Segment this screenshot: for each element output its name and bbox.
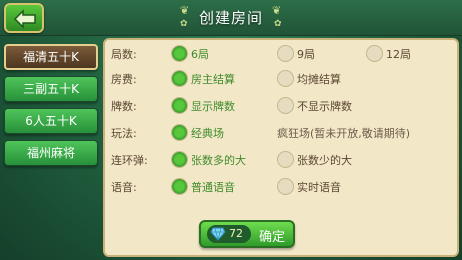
option-label: 房主结算 bbox=[191, 73, 235, 86]
option-label: 显示牌数 bbox=[191, 100, 235, 113]
option-label: 张数少的大 bbox=[297, 154, 352, 167]
top-bar: ❦ ❦ ✿ ✿ 创建房间 bbox=[0, 0, 462, 36]
radio-checked-icon bbox=[171, 70, 188, 87]
page-title: 创建房间 bbox=[198, 9, 263, 27]
confirm-button[interactable]: 72 确定 bbox=[199, 220, 295, 248]
fee-row: 房费: 房主结算 均摊结算 bbox=[111, 69, 457, 89]
cost-badge: 72 bbox=[207, 225, 251, 243]
radio-checked-icon bbox=[171, 178, 188, 195]
bomb-row: 连环弹: 张数多的大 张数少的大 bbox=[111, 150, 457, 170]
voice-label: 语音: bbox=[111, 181, 137, 194]
rounds-row: 局数: 6局 9局 12局 bbox=[111, 44, 457, 64]
radio-checked-icon bbox=[171, 97, 188, 114]
radio-checked-icon bbox=[171, 45, 188, 62]
confirm-label: 确定 bbox=[259, 230, 286, 245]
diamond-icon bbox=[210, 227, 226, 241]
cards-row: 牌数: 显示牌数 不显示牌数 bbox=[111, 96, 457, 116]
option-label: 实时语音 bbox=[297, 181, 341, 194]
crazy-mode-note: 疯狂场(暂未开放,敬请期待) bbox=[277, 127, 411, 140]
radio-unchecked-icon bbox=[277, 97, 294, 114]
sidebar-item-fuqing-50k[interactable]: 福清五十K bbox=[4, 44, 98, 70]
radio-checked-icon bbox=[171, 124, 188, 141]
cost-value: 72 bbox=[229, 227, 243, 240]
mode-row: 玩法: 经典场 疯狂场(暂未开放,敬请期待) bbox=[111, 123, 457, 143]
option-label: 普通语音 bbox=[191, 181, 235, 194]
option-label: 9局 bbox=[297, 48, 315, 61]
radio-unchecked-icon bbox=[277, 70, 294, 87]
sidebar-item-6ren-50k[interactable]: 6人五十K bbox=[4, 108, 98, 134]
mode-label: 玩法: bbox=[111, 127, 137, 140]
fee-label: 房费: bbox=[111, 73, 137, 86]
option-label: 均摊结算 bbox=[297, 73, 341, 86]
option-label: 不显示牌数 bbox=[297, 100, 352, 113]
radio-unchecked-icon bbox=[277, 151, 294, 168]
radio-unchecked-icon bbox=[277, 45, 294, 62]
radio-unchecked-icon bbox=[277, 178, 294, 195]
voice-row: 语音: 普通语音 实时语音 bbox=[111, 177, 457, 197]
option-label: 12局 bbox=[386, 48, 411, 61]
option-label: 经典场 bbox=[191, 127, 224, 140]
option-label: 张数多的大 bbox=[191, 154, 246, 167]
radio-unchecked-icon bbox=[366, 45, 383, 62]
rounds-label: 局数: bbox=[111, 48, 137, 61]
option-label: 6局 bbox=[191, 48, 209, 61]
radio-checked-icon bbox=[171, 151, 188, 168]
cards-label: 牌数: bbox=[111, 100, 137, 113]
bomb-label: 连环弹: bbox=[111, 154, 148, 167]
sidebar-item-fuzhou-mahjong[interactable]: 福州麻将 bbox=[4, 140, 98, 166]
sidebar-item-sanfu-50k[interactable]: 三副五十K bbox=[4, 76, 98, 102]
